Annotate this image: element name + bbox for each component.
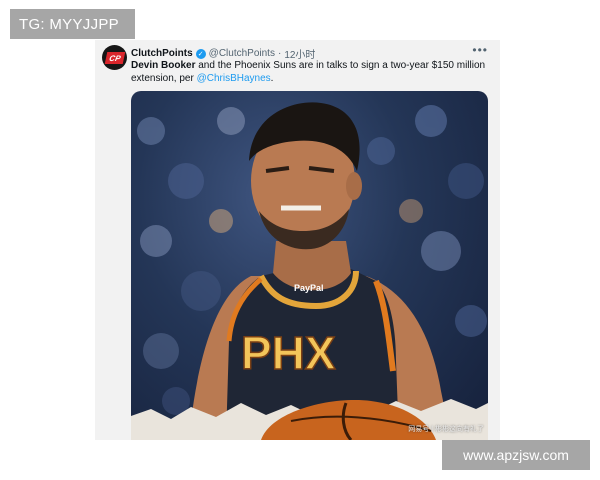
more-horizontal-icon[interactable]: ••• — [472, 43, 488, 57]
jersey-text: PHX — [241, 327, 336, 379]
verified-badge-icon: ✓ — [195, 48, 206, 59]
mention-link[interactable]: @ChrisBHaynes — [197, 73, 271, 84]
tweet-text-end: . — [270, 73, 274, 84]
site-watermark-badge: www.apzjsw.com — [442, 440, 590, 470]
avatar[interactable]: CP — [102, 45, 127, 70]
tweet-text-bold: Devin Booker — [131, 60, 196, 71]
tg-watermark-badge: TG: MYYJJPP — [10, 9, 135, 39]
user-handle[interactable]: @ClutchPoints — [209, 48, 275, 59]
tweet-text: Devin Booker and the Phoenix Suns are in… — [131, 59, 491, 85]
display-name[interactable]: ClutchPoints — [131, 48, 193, 59]
avatar-logo: CP — [104, 51, 125, 64]
sponsor-text: PayPal — [294, 283, 324, 293]
image-watermark: 网易号 | 彬彬这向有礼了 — [408, 426, 484, 433]
tweet-media-image[interactable]: PHX PayPal 网易号 | 彬彬这向有礼了 — [131, 91, 488, 440]
player-illustration: PHX PayPal — [131, 102, 488, 440]
separator-dot: · — [277, 48, 282, 59]
tweet-card[interactable]: CP ClutchPoints ✓ @ClutchPoints · 12小时 •… — [95, 40, 500, 440]
